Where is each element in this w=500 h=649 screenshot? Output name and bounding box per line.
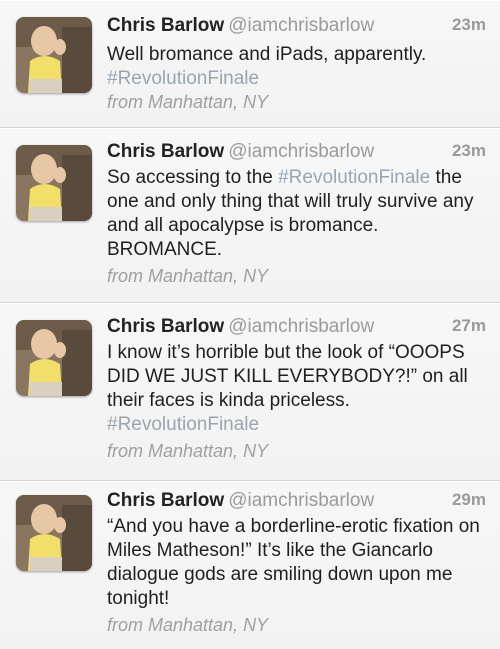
tweet-item[interactable]: Chris Barlow @iamchrisbarlow 23m Well bro… bbox=[0, 0, 500, 128]
tweet-text-part: Well bromance and iPads, apparently. bbox=[107, 44, 427, 65]
author-handle[interactable]: @iamchrisbarlow bbox=[228, 141, 374, 162]
profile-photo bbox=[16, 495, 92, 571]
timestamp: 23m bbox=[451, 15, 486, 34]
hashtag-link[interactable]: #RevolutionFinale bbox=[107, 68, 259, 89]
tweet-text: I know it’s horrible but the look of “OO… bbox=[107, 341, 492, 437]
timestamp: 27m bbox=[451, 316, 486, 335]
author-name[interactable]: Chris Barlow bbox=[107, 141, 224, 162]
author-handle[interactable]: @iamchrisbarlow bbox=[228, 15, 374, 36]
author-name[interactable]: Chris Barlow bbox=[107, 15, 224, 36]
tweet-text: So accessing to the #RevolutionFinale th… bbox=[107, 166, 492, 262]
tweet-timeline: Chris Barlow @iamchrisbarlow 23m Well bro… bbox=[0, 0, 500, 649]
avatar[interactable] bbox=[16, 495, 92, 571]
author-handle[interactable]: @iamchrisbarlow bbox=[228, 490, 374, 511]
tweet-location: from Manhattan, NY bbox=[107, 266, 269, 286]
tweet-item[interactable]: Chris Barlow @iamchrisbarlow 23m So acces… bbox=[0, 128, 500, 303]
hashtag-link[interactable]: #RevolutionFinale bbox=[278, 167, 430, 188]
profile-photo bbox=[16, 145, 92, 221]
author-handle[interactable]: @iamchrisbarlow bbox=[228, 316, 374, 337]
timestamp: 23m bbox=[451, 141, 486, 160]
avatar[interactable] bbox=[16, 145, 92, 221]
profile-photo bbox=[16, 320, 92, 396]
profile-photo bbox=[16, 17, 92, 93]
tweet-text: Well bromance and iPads, apparently. #Re… bbox=[107, 43, 492, 91]
tweet-text-part: So accessing to the bbox=[107, 167, 279, 188]
author-name[interactable]: Chris Barlow bbox=[107, 490, 224, 511]
tweet-location: from Manhattan, NY bbox=[107, 441, 269, 461]
tweet-text-part: I know it’s horrible but the look of “OO… bbox=[107, 342, 468, 411]
tweet-location: from Manhattan, NY bbox=[107, 615, 269, 635]
timestamp: 29m bbox=[451, 490, 486, 509]
tweet-item[interactable]: Chris Barlow @iamchrisbarlow 29m “And you… bbox=[0, 481, 500, 649]
tweet-text: “And you have a borderline-erotic fixati… bbox=[107, 515, 492, 611]
tweet-location: from Manhattan, NY bbox=[107, 92, 269, 112]
author-name[interactable]: Chris Barlow bbox=[107, 316, 224, 337]
avatar[interactable] bbox=[16, 17, 92, 93]
hashtag-link[interactable]: #RevolutionFinale bbox=[107, 414, 259, 435]
tweet-text-part: “And you have a borderline-erotic fixati… bbox=[107, 516, 480, 609]
avatar[interactable] bbox=[16, 320, 92, 396]
tweet-item[interactable]: Chris Barlow @iamchrisbarlow 27m I know i… bbox=[0, 303, 500, 481]
